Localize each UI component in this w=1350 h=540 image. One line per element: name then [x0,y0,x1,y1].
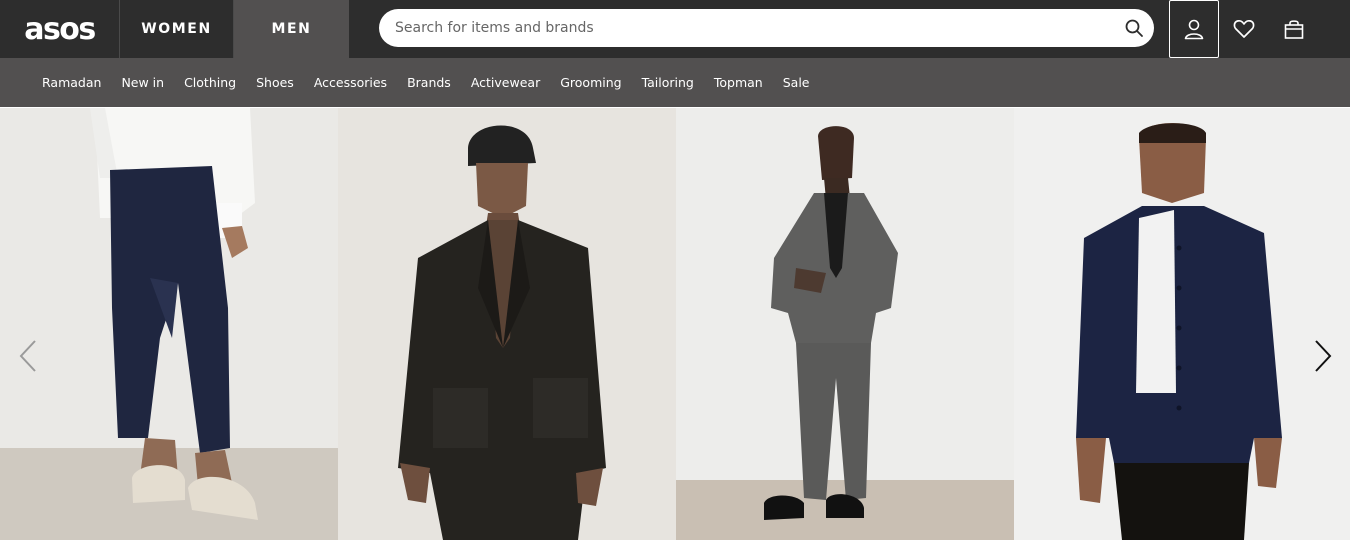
bag-button[interactable] [1269,0,1319,58]
carousel-tile-overshirt[interactable] [1014,108,1350,540]
product-image-suit [676,126,1014,540]
nav-item-accessories[interactable]: Accessories [304,75,397,90]
chevron-right-icon [1315,340,1332,372]
nav-item-sale[interactable]: Sale [773,75,820,90]
account-button[interactable] [1169,0,1219,58]
nav-item-activewear[interactable]: Activewear [461,75,550,90]
top-header: asos WOMEN MEN [0,0,1350,58]
carousel-prev-button[interactable] [10,336,46,376]
asos-logo[interactable]: asos [0,0,120,58]
category-nav: Ramadan New in Clothing Shoes Accessorie… [0,58,1350,107]
carousel-tile-jacket[interactable] [338,108,676,540]
product-image-overshirt [1076,123,1282,540]
search-icon[interactable] [1124,18,1144,38]
tab-men[interactable]: MEN [234,0,349,58]
carousel-next-button[interactable] [1305,336,1341,376]
carousel-tile-trousers[interactable] [0,108,338,540]
saved-items-button[interactable] [1219,0,1269,58]
nav-item-brands[interactable]: Brands [397,75,461,90]
account-icon [1184,19,1204,40]
chevron-left-icon [19,340,36,372]
bag-icon [1284,20,1304,39]
heart-icon [1233,19,1255,38]
search-input[interactable] [395,9,1115,47]
nav-item-new-in[interactable]: New in [111,75,174,90]
nav-item-clothing[interactable]: Clothing [174,75,246,90]
nav-item-shoes[interactable]: Shoes [246,75,304,90]
tab-women[interactable]: WOMEN [120,0,234,58]
product-image-trousers [0,108,338,540]
hero-carousel [0,108,1350,540]
nav-item-topman[interactable]: Topman [704,75,773,90]
nav-item-tailoring[interactable]: Tailoring [632,75,704,90]
carousel-tile-suit[interactable] [676,108,1014,540]
search-bar [379,9,1154,47]
nav-item-ramadan[interactable]: Ramadan [32,75,111,90]
product-image-jacket [398,125,606,540]
nav-item-grooming[interactable]: Grooming [550,75,631,90]
